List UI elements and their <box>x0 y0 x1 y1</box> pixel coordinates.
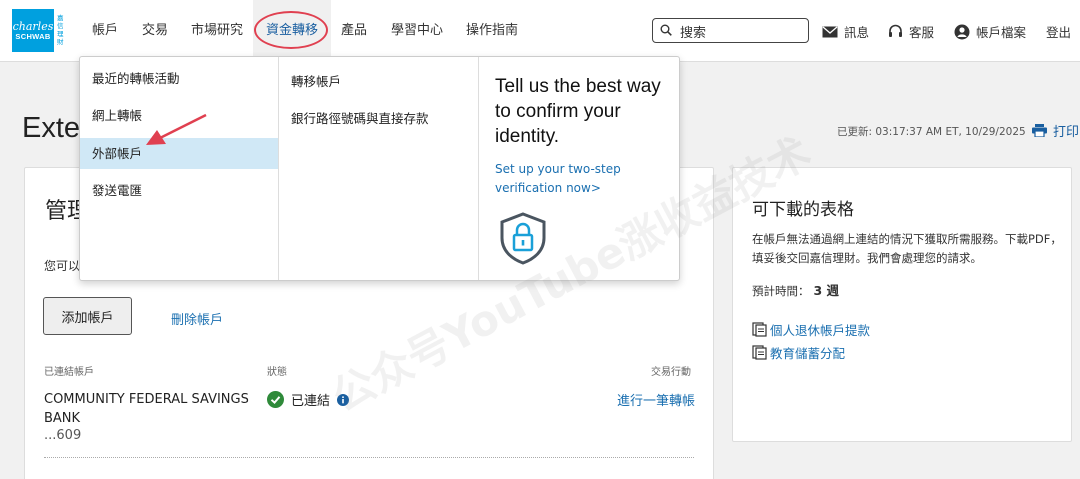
messages-link[interactable]: 訊息 <box>822 22 869 41</box>
top-navigation: charles SCHWAB 嘉信理財 帳戶 交易 市場研究 資金轉移 產品 學… <box>0 0 1080 62</box>
document-icon <box>752 345 767 360</box>
col-header-action: 交易行動 <box>651 367 691 378</box>
messages-label: 訊息 <box>844 25 870 40</box>
user-circle-icon <box>954 24 970 39</box>
profile-link[interactable]: 帳戶檔案 <box>954 22 1026 41</box>
profile-label: 帳戶檔案 <box>976 25 1027 40</box>
delete-account-link[interactable]: 刪除帳戶 <box>171 309 223 328</box>
nav-learning-center[interactable]: 學習中心 <box>391 0 443 62</box>
status-badge: 已連結 <box>267 390 350 409</box>
dropdown-column-1: 最近的轉帳活動 網上轉帳 外部帳戶 發送電匯 <box>80 57 279 280</box>
logo-chinese-text: 嘉信理財 <box>57 14 64 46</box>
forms-title: 可下載的表格 <box>752 200 854 220</box>
bank-name: COMMUNITY FEDERAL SAVINGS BANK <box>44 392 249 426</box>
info-icon[interactable] <box>337 393 350 406</box>
nav-label: 產品 <box>341 23 368 38</box>
row-divider <box>44 457 694 458</box>
logout-label: 登出 <box>1046 25 1072 40</box>
service-label: 客服 <box>909 25 935 40</box>
last-updated-text: 已更新: 03:17:37 AM ET, 10/29/2025 <box>837 126 1026 138</box>
col-header-linked-account: 已連結帳戶 <box>44 367 94 378</box>
service-link[interactable]: 客服 <box>888 22 934 41</box>
envelope-icon <box>822 26 838 37</box>
nav-label: 市場研究 <box>191 23 244 38</box>
check-circle-icon <box>267 391 284 408</box>
form-link-label: 個人退休帳戶提款 <box>770 323 871 338</box>
form-link-ira-withdrawal[interactable]: 個人退休帳戶提款 <box>752 320 870 339</box>
estimated-time: 預計時間： 3 週 <box>752 280 839 299</box>
intro-text: 您可以 <box>44 259 81 273</box>
time-value: 3 週 <box>813 283 840 298</box>
logo-text-charles: charles <box>12 19 54 33</box>
nav-how-to[interactable]: 操作指南 <box>466 0 518 62</box>
document-icon <box>752 322 767 337</box>
forms-description: 在帳戶無法通過網上連結的情況下獲取所需服務。下載PDF，填妥後交回嘉信理財。我們… <box>752 232 1062 265</box>
dropdown-column-2: 轉移帳戶 銀行路徑號碼與直接存款 <box>279 57 479 280</box>
form-link-label: 教育儲蓄分配 <box>770 346 846 361</box>
status-label: 已連結 <box>291 394 331 409</box>
schwab-logo[interactable]: charles SCHWAB <box>12 9 54 52</box>
promo-setup-link[interactable]: Set up your two-step verification now> <box>495 160 665 198</box>
print-label: 打印 <box>1053 125 1080 140</box>
nav-label: 帳戶 <box>92 23 119 38</box>
nav-label: 操作指南 <box>466 23 519 38</box>
menu-item-transfer-account[interactable]: 轉移帳戶 <box>291 71 341 90</box>
nav-research[interactable]: 市場研究 <box>191 0 243 62</box>
headset-icon <box>889 24 902 37</box>
menu-item-routing-direct-deposit[interactable]: 銀行路徑號碼與直接存款 <box>291 108 429 127</box>
add-account-button[interactable]: 添加帳戶 <box>43 297 132 335</box>
col-header-status: 狀態 <box>267 367 287 378</box>
nav-trade[interactable]: 交易 <box>142 0 168 62</box>
downloadable-forms-card: 可下載的表格 在帳戶無法通過網上連結的情況下獲取所需服務。下載PDF，填妥後交回… <box>732 167 1072 442</box>
search-input[interactable]: 搜索 <box>652 18 809 43</box>
nav-label: 交易 <box>142 23 169 38</box>
nav-products[interactable]: 產品 <box>341 0 367 62</box>
print-button[interactable]: 打印 <box>1032 121 1079 140</box>
highlight-oval <box>254 11 328 49</box>
time-label: 預計時間： <box>752 284 810 298</box>
shield-lock-icon <box>500 212 546 265</box>
printer-icon <box>1032 124 1047 137</box>
menu-item-recent-activity[interactable]: 最近的轉帳活動 <box>80 63 278 94</box>
make-transfer-link[interactable]: 進行一筆轉帳 <box>617 390 695 409</box>
menu-item-send-wire[interactable]: 發送電匯 <box>80 175 278 206</box>
promo-title: Tell us the best way to confirm your ide… <box>495 76 661 147</box>
logout-link[interactable]: 登出 <box>1046 22 1071 41</box>
logo-text-schwab: SCHWAB <box>15 31 51 41</box>
search-placeholder: 搜索 <box>680 26 707 41</box>
nav-accounts[interactable]: 帳戶 <box>92 0 118 62</box>
form-link-education-savings[interactable]: 教育儲蓄分配 <box>752 343 845 362</box>
search-icon <box>660 24 672 36</box>
annotation-arrow-icon <box>146 113 207 145</box>
account-number: ...609 <box>44 428 82 443</box>
nav-label: 學習中心 <box>391 23 444 38</box>
move-money-dropdown: 最近的轉帳活動 網上轉帳 外部帳戶 發送電匯 轉移帳戶 銀行路徑號碼與直接存款 … <box>79 56 680 281</box>
